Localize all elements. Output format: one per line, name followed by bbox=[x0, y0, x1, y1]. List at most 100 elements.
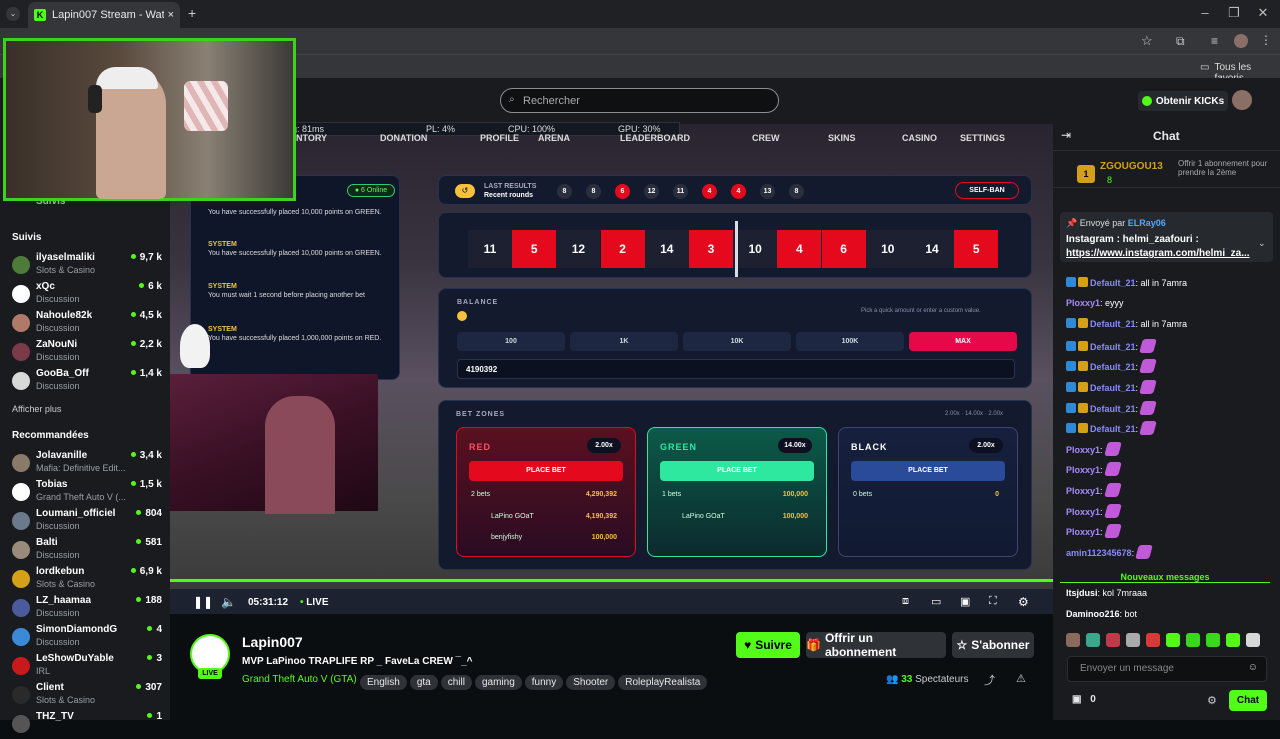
gift-sub-button[interactable]: 🎁 Offrir un abonnement bbox=[806, 631, 946, 659]
tab-close-icon[interactable]: × bbox=[168, 9, 174, 21]
share-icon[interactable]: ⤴ bbox=[984, 672, 995, 688]
sidebar-channel[interactable]: LeShowDuYable IRL 3 bbox=[12, 653, 162, 681]
search-input[interactable]: ⌕ Rechercher bbox=[500, 88, 779, 113]
game-menu-item[interactable]: CASINO bbox=[902, 133, 937, 143]
emote-2-icon[interactable] bbox=[1086, 633, 1100, 647]
sidebar-channel[interactable]: Jolavanille Mafia: Definitive Edit... 3,4 … bbox=[12, 450, 162, 478]
chat-settings-icon[interactable]: ⚙ bbox=[1207, 694, 1217, 707]
emote-5-icon[interactable] bbox=[1146, 633, 1160, 647]
channel-name[interactable]: Lapin007 bbox=[242, 634, 303, 650]
chat-username[interactable]: Ploxxy1 bbox=[1066, 465, 1100, 475]
game-menu-item[interactable]: SETTINGS bbox=[960, 133, 1005, 143]
close-window-icon[interactable]: ✕ bbox=[1253, 5, 1273, 21]
chat-username[interactable]: Ploxxy1 bbox=[1066, 445, 1100, 455]
bet-zone-red[interactable]: RED 2.00x PLACE BET 2 bets 4,290,392 LaPino G… bbox=[456, 427, 636, 557]
sidebar-channel[interactable]: Nahoule82k Discussion 4,5 k bbox=[12, 310, 162, 338]
game-menu-item[interactable]: ARENA bbox=[538, 133, 570, 143]
sidebar-channel[interactable]: THZ_TV 1 bbox=[12, 711, 162, 739]
stream-category[interactable]: Grand Theft Auto V (GTA) bbox=[242, 674, 357, 685]
sidebar-channel[interactable]: Loumani_officiel Discussion 804 bbox=[12, 508, 162, 536]
pinned-message[interactable]: 📌 Envoyé par ELRay06 Instagram : helmi_z… bbox=[1060, 212, 1273, 262]
settings-icon[interactable]: ⚙ bbox=[1018, 595, 1029, 609]
sidebar-channel[interactable]: GooBa_Off Discussion 1,4 k bbox=[12, 368, 162, 396]
bet-zone-black[interactable]: BLACK 2.00x PLACE BET 0 bets 0 bbox=[838, 427, 1018, 557]
emote-10-icon[interactable] bbox=[1246, 633, 1260, 647]
new-tab-icon[interactable]: + bbox=[188, 5, 196, 21]
chat-username[interactable]: amin112345678 bbox=[1066, 548, 1132, 558]
mini-player-icon[interactable]: ▣ bbox=[960, 595, 970, 608]
chat-username[interactable]: Itsjdusi bbox=[1066, 588, 1098, 598]
clip-icon[interactable]: ⧈ bbox=[902, 595, 909, 608]
game-menu-item[interactable]: CREW bbox=[752, 133, 780, 143]
bookmark-star-icon[interactable]: ☆ bbox=[1141, 33, 1153, 49]
sidebar-channel[interactable]: Tobias Grand Theft Auto V (... 1,5 k bbox=[12, 479, 162, 507]
chat-username[interactable]: Ploxxy1 bbox=[1066, 507, 1100, 517]
chat-username[interactable]: Ploxxy1 bbox=[1066, 527, 1100, 537]
follow-button[interactable]: ♥ Suivre bbox=[736, 632, 800, 658]
place-bet-button[interactable]: PLACE BET bbox=[660, 461, 814, 481]
sidebar-channel[interactable]: xQc Discussion 6 k bbox=[12, 281, 162, 309]
chat-username[interactable]: Daminoo216 bbox=[1066, 609, 1120, 619]
chat-username[interactable]: Ploxxy1 bbox=[1066, 298, 1100, 308]
user-avatar[interactable] bbox=[1232, 90, 1252, 110]
points-display[interactable]: ▣ 0 bbox=[1072, 694, 1096, 705]
emote-4-icon[interactable] bbox=[1126, 633, 1140, 647]
sidebar-channel[interactable]: Balti Discussion 581 bbox=[12, 537, 162, 565]
fullscreen-icon[interactable]: ⛶ bbox=[989, 595, 997, 608]
subscribe-button[interactable]: ☆ S'abonner bbox=[952, 632, 1034, 658]
stream-tag[interactable]: Shooter bbox=[566, 675, 616, 690]
emote-6-icon[interactable] bbox=[1166, 633, 1180, 647]
game-menu-item[interactable]: SKINS bbox=[828, 133, 856, 143]
quick-amount-button[interactable]: 1K bbox=[570, 332, 678, 351]
place-bet-button[interactable]: PLACE BET bbox=[469, 461, 623, 481]
browser-menu-icon[interactable]: ⋮ bbox=[1260, 33, 1272, 47]
sidebar-channel[interactable]: ilyaselmaliki Slots & Casino 9,7 k bbox=[12, 252, 162, 280]
bet-zone-green[interactable]: GREEN 14.00x PLACE BET 1 bets 100,000 LaPino … bbox=[647, 427, 827, 557]
restore-icon[interactable]: ❐ bbox=[1224, 5, 1244, 21]
theater-icon[interactable]: ▭ bbox=[931, 595, 941, 608]
quick-amount-button[interactable]: 100 bbox=[457, 332, 565, 351]
pause-icon[interactable]: ❚❚ bbox=[193, 595, 213, 609]
quick-amount-button[interactable]: 10K bbox=[683, 332, 791, 351]
show-more-link[interactable]: Afficher plus bbox=[12, 404, 61, 414]
emote-1-icon[interactable] bbox=[1066, 633, 1080, 647]
minimize-icon[interactable]: – bbox=[1195, 5, 1215, 20]
place-bet-button[interactable]: PLACE BET bbox=[851, 461, 1005, 481]
send-chat-button[interactable]: Chat bbox=[1229, 690, 1267, 711]
chat-username[interactable]: Default_21 bbox=[1090, 424, 1136, 434]
stream-tag[interactable]: chill bbox=[440, 675, 472, 690]
profile-icon[interactable] bbox=[1234, 34, 1248, 48]
chat-username[interactable]: Default_21 bbox=[1090, 362, 1136, 372]
stream-tag[interactable]: English bbox=[360, 675, 407, 690]
sidebar-channel[interactable]: Client Slots & Casino 307 bbox=[12, 682, 162, 710]
stream-tag[interactable]: funny bbox=[524, 675, 564, 690]
game-menu-item[interactable]: PROFILE bbox=[480, 133, 519, 143]
stream-tag[interactable]: gta bbox=[409, 675, 438, 690]
quick-amount-button[interactable]: 100K bbox=[796, 332, 904, 351]
extensions-icon[interactable]: ⧉ bbox=[1176, 34, 1185, 49]
sidebar-channel[interactable]: lordkebun Slots & Casino 6,9 k bbox=[12, 566, 162, 594]
game-menu-item[interactable]: LEADERBOARD bbox=[620, 133, 690, 143]
chat-username[interactable]: Default_21 bbox=[1090, 278, 1136, 288]
stream-tag[interactable]: RoleplayRealista bbox=[618, 675, 708, 690]
tab-search-icon[interactable]: ⌄ bbox=[6, 7, 20, 21]
chat-username[interactable]: Default_21 bbox=[1090, 383, 1136, 393]
volume-icon[interactable]: 🔈 bbox=[221, 595, 236, 609]
game-menu-item[interactable]: DONATION bbox=[380, 133, 427, 143]
media-icon[interactable]: ≡ bbox=[1211, 34, 1218, 48]
report-icon[interactable]: ⚠ bbox=[1016, 672, 1026, 685]
emoji-icon[interactable]: ☺ bbox=[1248, 662, 1258, 673]
emote-9-icon[interactable] bbox=[1226, 633, 1240, 647]
quick-amount-button[interactable]: MAX bbox=[909, 332, 1017, 351]
get-kicks-button[interactable]: Obtenir KICKs bbox=[1138, 91, 1228, 111]
chat-username[interactable]: Default_21 bbox=[1090, 319, 1136, 329]
sidebar-channel[interactable]: SimonDiamondG Discussion 4 bbox=[12, 624, 162, 652]
browser-tab[interactable]: K Lapin007 Stream - Watch Li × bbox=[28, 2, 180, 28]
pinned-link[interactable]: https://www.instagram.com/helmi_za... bbox=[1066, 248, 1250, 259]
expand-pin-icon[interactable]: ⌄ bbox=[1258, 238, 1266, 249]
bet-amount-input[interactable]: 4190392 bbox=[457, 359, 1015, 379]
collapse-chat-icon[interactable]: ⇥ bbox=[1061, 128, 1071, 142]
sidebar-channel[interactable]: ZaNouNi Discussion 2,2 k bbox=[12, 339, 162, 367]
chat-username[interactable]: Default_21 bbox=[1090, 342, 1136, 352]
sidebar-channel[interactable]: LZ_haamaa Discussion 188 bbox=[12, 595, 162, 623]
